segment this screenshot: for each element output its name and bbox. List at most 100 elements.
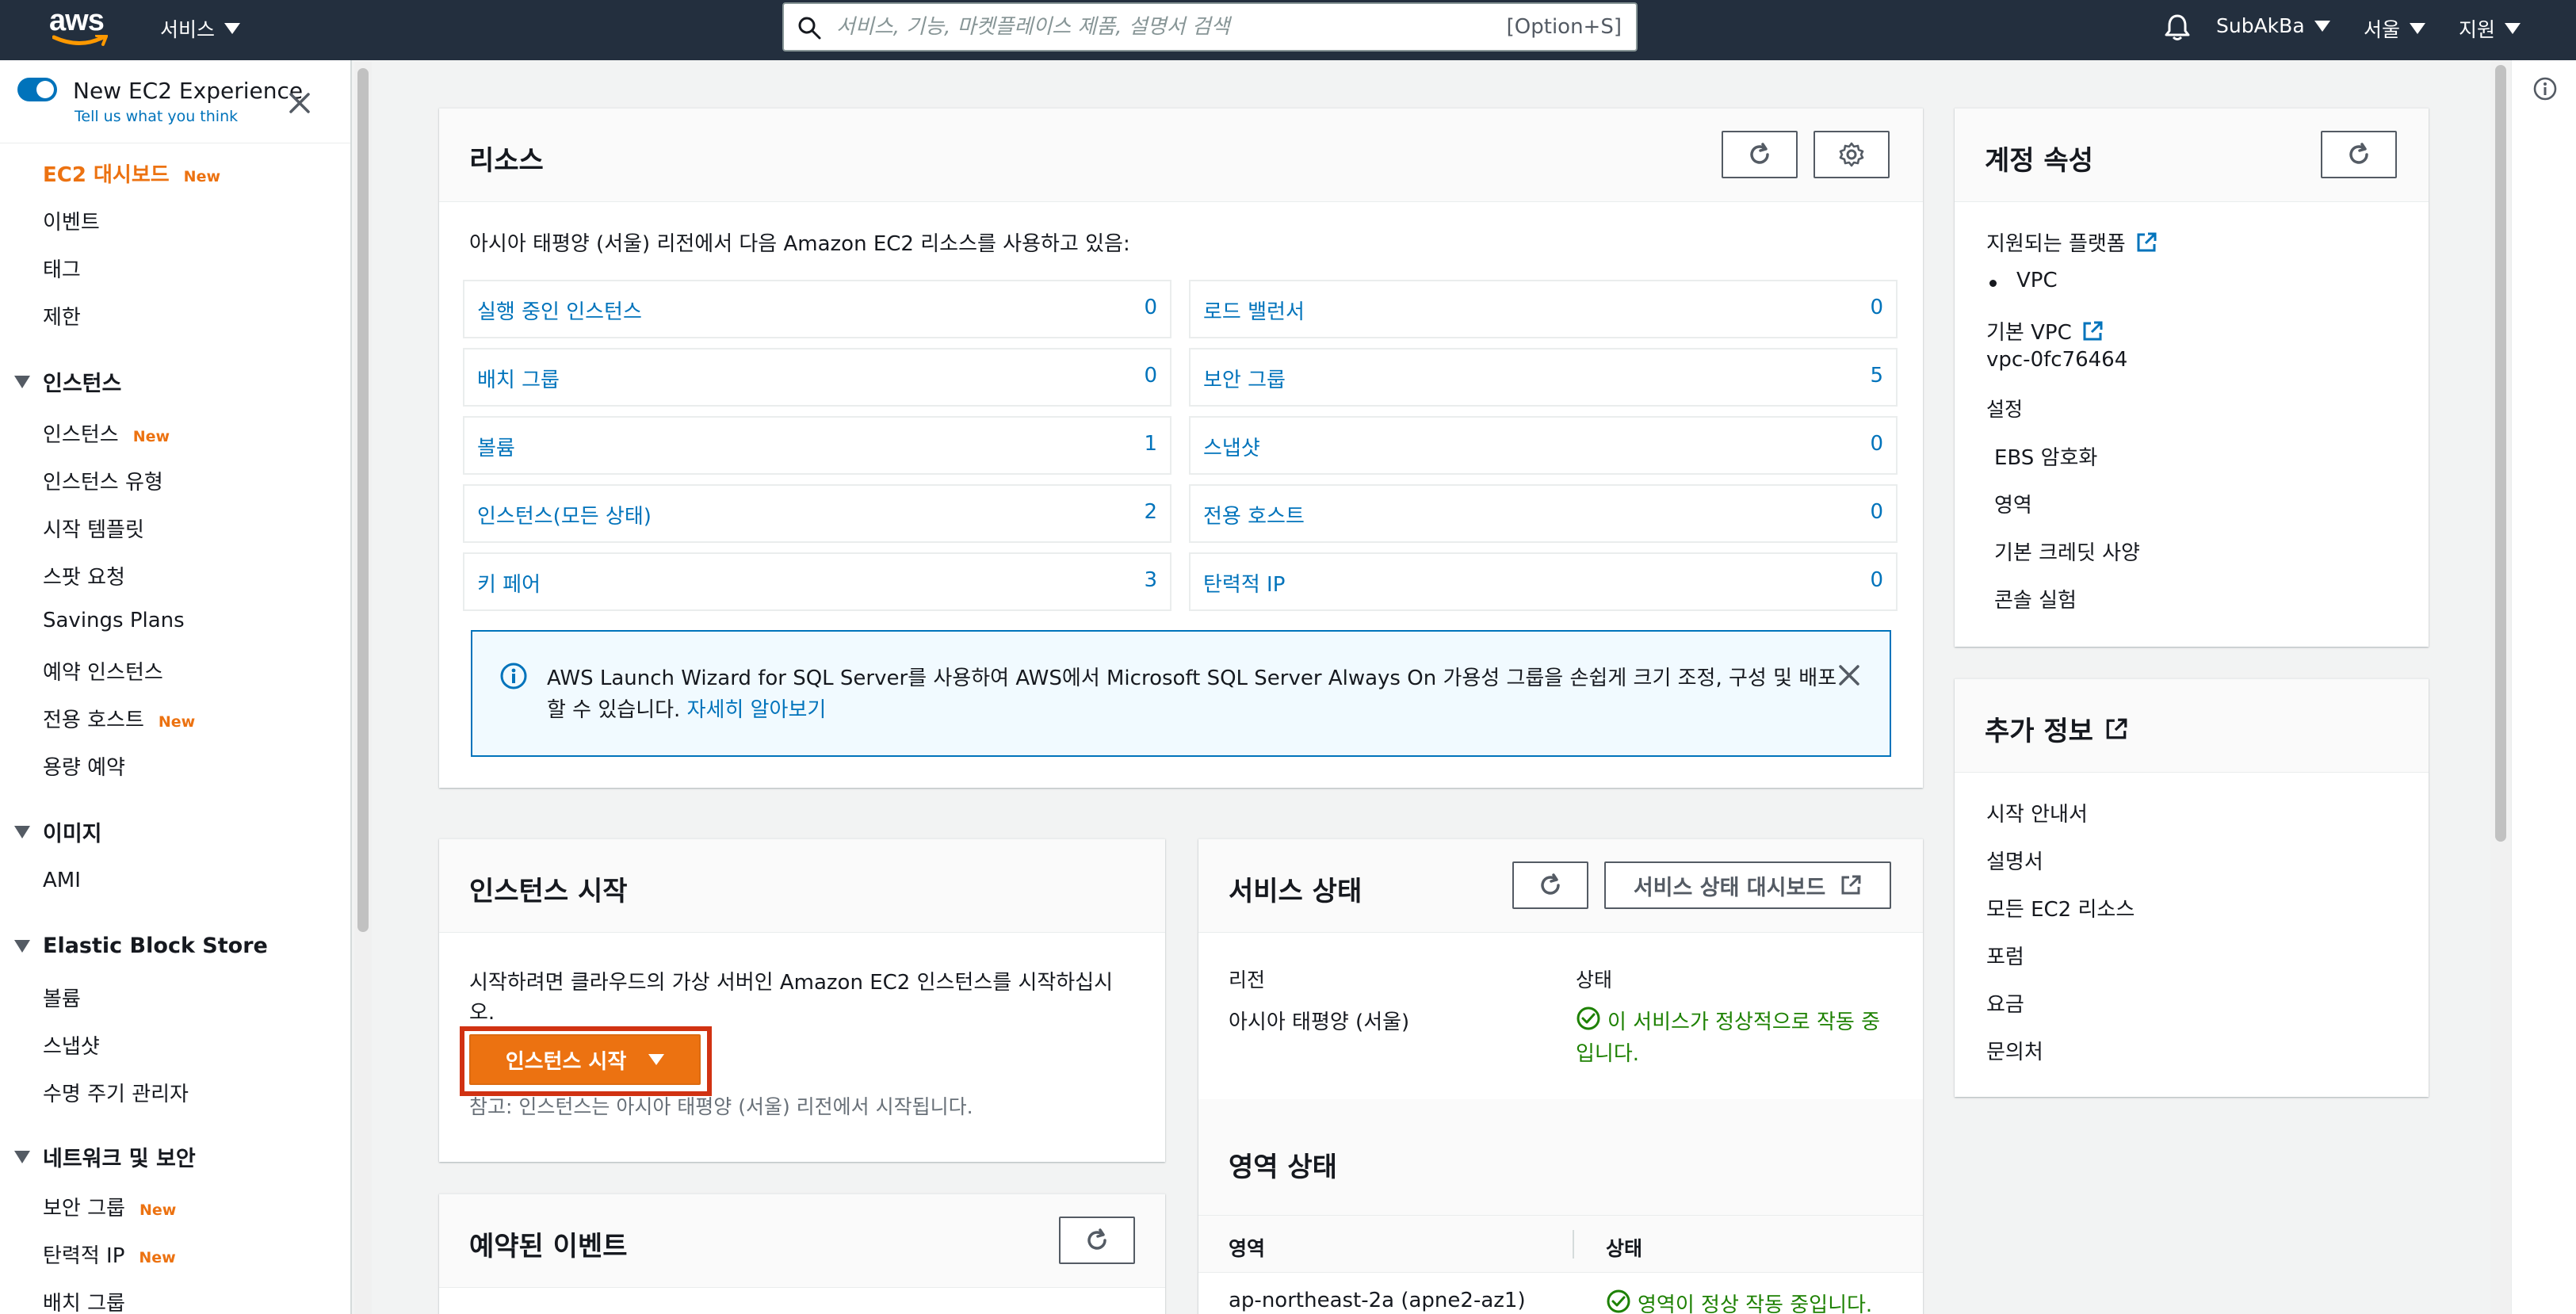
service-health-dashboard-button[interactable]: 서비스 상태 대시보드: [1604, 861, 1891, 909]
sidebar-item-ami[interactable]: AMI: [43, 869, 81, 892]
resource-dedicated-hosts[interactable]: 전용 호스트 0: [1189, 484, 1898, 543]
sidebar-item-tags[interactable]: 태그: [43, 254, 81, 283]
launch-desc-line2: 오.: [469, 1001, 495, 1025]
resource-snapshots[interactable]: 스냅샷 0: [1189, 416, 1898, 475]
search-input[interactable]: [836, 12, 1454, 42]
sidebar-section-network-security[interactable]: 네트워크 및 보안: [14, 1141, 196, 1172]
page-scrollbar[interactable]: [2490, 60, 2511, 1314]
settings-button[interactable]: [1814, 131, 1890, 178]
column-header-zone[interactable]: 영역: [1229, 1233, 1265, 1262]
close-icon[interactable]: [289, 92, 311, 114]
sidebar-item-elastic-ips[interactable]: 탄력적 IP New: [43, 1240, 176, 1269]
sidebar-section-images[interactable]: 이미지: [14, 816, 102, 847]
external-link-icon: [2106, 718, 2127, 739]
resource-volumes[interactable]: 볼륨 1: [463, 416, 1171, 475]
account-menu[interactable]: SubAkBa: [2216, 14, 2330, 37]
getting-started-link[interactable]: 시작 안내서: [1986, 798, 2088, 827]
sidebar-item-ec2-dashboard[interactable]: EC2 대시보드 New: [43, 159, 220, 188]
supported-platforms-link[interactable]: 지원되는 플랫폼: [1986, 227, 2157, 257]
default-vpc-link[interactable]: 기본 VPC: [1986, 316, 2104, 346]
launch-wizard-info-alert: AWS Launch Wizard for SQL Server를 사용하여 A…: [471, 630, 1891, 757]
resources-panel-header: 리소스: [439, 109, 1923, 202]
column-separator: [1573, 1230, 1574, 1259]
learn-more-link[interactable]: 자세히 알아보기: [687, 698, 827, 722]
caret-down-icon: [14, 825, 30, 838]
info-icon[interactable]: [2532, 76, 2558, 101]
sidebar-item-placement-groups[interactable]: 배치 그룹: [43, 1287, 125, 1314]
zones-link[interactable]: 영역: [1994, 489, 2032, 518]
feedback-link[interactable]: Tell us what you think: [75, 108, 238, 125]
resource-load-balancers[interactable]: 로드 밸런서 0: [1189, 280, 1898, 338]
info-alert-text-line2: 할 수 있습니다. 자세히 알아보기: [547, 698, 827, 722]
sidebar-item-volumes[interactable]: 볼륨: [43, 983, 81, 1012]
sidebar-scrollbar[interactable]: [354, 62, 372, 1314]
forums-link[interactable]: 포럼: [1986, 941, 2024, 970]
sidebar-item-instances[interactable]: 인스턴스 New: [43, 418, 170, 448]
sidebar-item-reserved-instances[interactable]: 예약 인스턴스: [43, 656, 163, 686]
launch-instance-title: 인스턴스 시작: [469, 876, 628, 907]
resource-running-instances[interactable]: 실행 중인 인스턴스 0: [463, 280, 1171, 338]
sidebar-item-launch-templates[interactable]: 시작 템플릿: [43, 514, 144, 543]
resource-instances-all-states[interactable]: 인스턴스(모든 상태) 2: [463, 484, 1171, 543]
additional-info-title[interactable]: 추가 정보: [1985, 709, 2128, 748]
launch-panel-header: 인스턴스 시작: [439, 839, 1165, 933]
sidebar-item-snapshots[interactable]: 스냅샷: [43, 1030, 100, 1060]
refresh-icon: [2349, 143, 2368, 164]
notification-bell-icon[interactable]: [2164, 13, 2191, 41]
resource-security-groups[interactable]: 보안 그룹 5: [1189, 348, 1898, 407]
scheduled-events-title: 예약된 이벤트: [469, 1231, 628, 1262]
scrollbar-thumb[interactable]: [2495, 65, 2506, 842]
sidebar-item-security-groups[interactable]: 보안 그룹 New: [43, 1192, 176, 1221]
refresh-button[interactable]: [1512, 861, 1588, 909]
contact-link[interactable]: 문의처: [1986, 1036, 2043, 1065]
support-menu[interactable]: 지원: [2459, 14, 2521, 43]
sidebar-section-ebs[interactable]: Elastic Block Store: [14, 934, 268, 958]
pricing-link[interactable]: 요금: [1986, 988, 2024, 1018]
launch-instance-button[interactable]: 인스턴스 시작: [469, 1034, 701, 1085]
sidebar-item-lifecycle-manager[interactable]: 수명 주기 관리자: [43, 1078, 189, 1107]
additional-info-header: 추가 정보: [1955, 679, 2429, 773]
caret-down-icon: [14, 375, 30, 388]
refresh-button[interactable]: [1722, 131, 1798, 178]
refresh-button[interactable]: [2321, 131, 2397, 178]
sidebar-item-dedicated-hosts[interactable]: 전용 호스트 New: [43, 704, 195, 733]
sidebar-section-instances[interactable]: 인스턴스: [14, 366, 121, 397]
aws-logo[interactable]: aws: [49, 5, 111, 51]
resource-key-pairs[interactable]: 키 페어 3: [463, 552, 1171, 611]
all-ec2-resources-link[interactable]: 모든 EC2 리소스: [1986, 893, 2135, 922]
ebs-encryption-link[interactable]: EBS 암호화: [1994, 441, 2097, 471]
sidebar-item-events[interactable]: 이벤트: [43, 206, 100, 235]
services-menu[interactable]: 서비스: [160, 14, 241, 43]
region-label: 리전: [1229, 968, 1266, 991]
sidebar-item-capacity-reservations[interactable]: 용량 예약: [43, 751, 125, 781]
close-icon[interactable]: [1837, 663, 1861, 687]
search-shortcut-hint: [Option+S]: [1506, 15, 1622, 39]
caret-down-icon: [14, 1150, 30, 1163]
scrollbar-thumb[interactable]: [357, 68, 369, 932]
resources-intro: 아시아 태평양 (서울) 리전에서 다음 Amazon EC2 리소스를 사용하…: [469, 232, 1130, 256]
launch-note: 참고: 인스턴스는 아시아 태평양 (서울) 리전에서 시작됩니다.: [469, 1095, 973, 1118]
region-menu[interactable]: 서울: [2364, 14, 2426, 43]
resource-elastic-ips[interactable]: 탄력적 IP 0: [1189, 552, 1898, 611]
default-credit-spec-link[interactable]: 기본 크레딧 사양: [1994, 537, 2140, 566]
refresh-button[interactable]: [1059, 1217, 1135, 1264]
sidebar-item-spot-requests[interactable]: 스팟 요청: [43, 561, 125, 590]
launch-desc-line1: 시작하려면 클라우드의 가상 서버인 Amazon EC2 인스턴스를 시작하십…: [469, 971, 1114, 995]
global-search-box[interactable]: [Option+S]: [782, 2, 1638, 52]
resource-placement-groups[interactable]: 배치 그룹 0: [463, 348, 1171, 407]
sidebar-item-instance-types[interactable]: 인스턴스 유형: [43, 466, 163, 495]
sidebar-item-savings-plans[interactable]: Savings Plans: [43, 609, 185, 632]
console-experiments-link[interactable]: 콘솔 실험: [1994, 584, 2077, 613]
status-label: 상태: [1576, 968, 1613, 991]
bullet: [1989, 280, 1997, 287]
aws-smile-icon: [52, 35, 108, 46]
sidebar-item-limits[interactable]: 제한: [43, 301, 81, 330]
default-vpc-id: vpc-0fc76464: [1986, 348, 2128, 372]
column-header-status[interactable]: 상태: [1606, 1233, 1642, 1262]
platform-vpc: VPC: [2016, 269, 2058, 292]
info-alert-text-line1: AWS Launch Wizard for SQL Server를 사용하여 A…: [547, 667, 1837, 690]
new-experience-toggle[interactable]: [17, 78, 57, 101]
new-badge: New: [139, 1249, 176, 1266]
region-value: 아시아 태평양 (서울): [1229, 1010, 1410, 1034]
documentation-link[interactable]: 설명서: [1986, 846, 2043, 875]
